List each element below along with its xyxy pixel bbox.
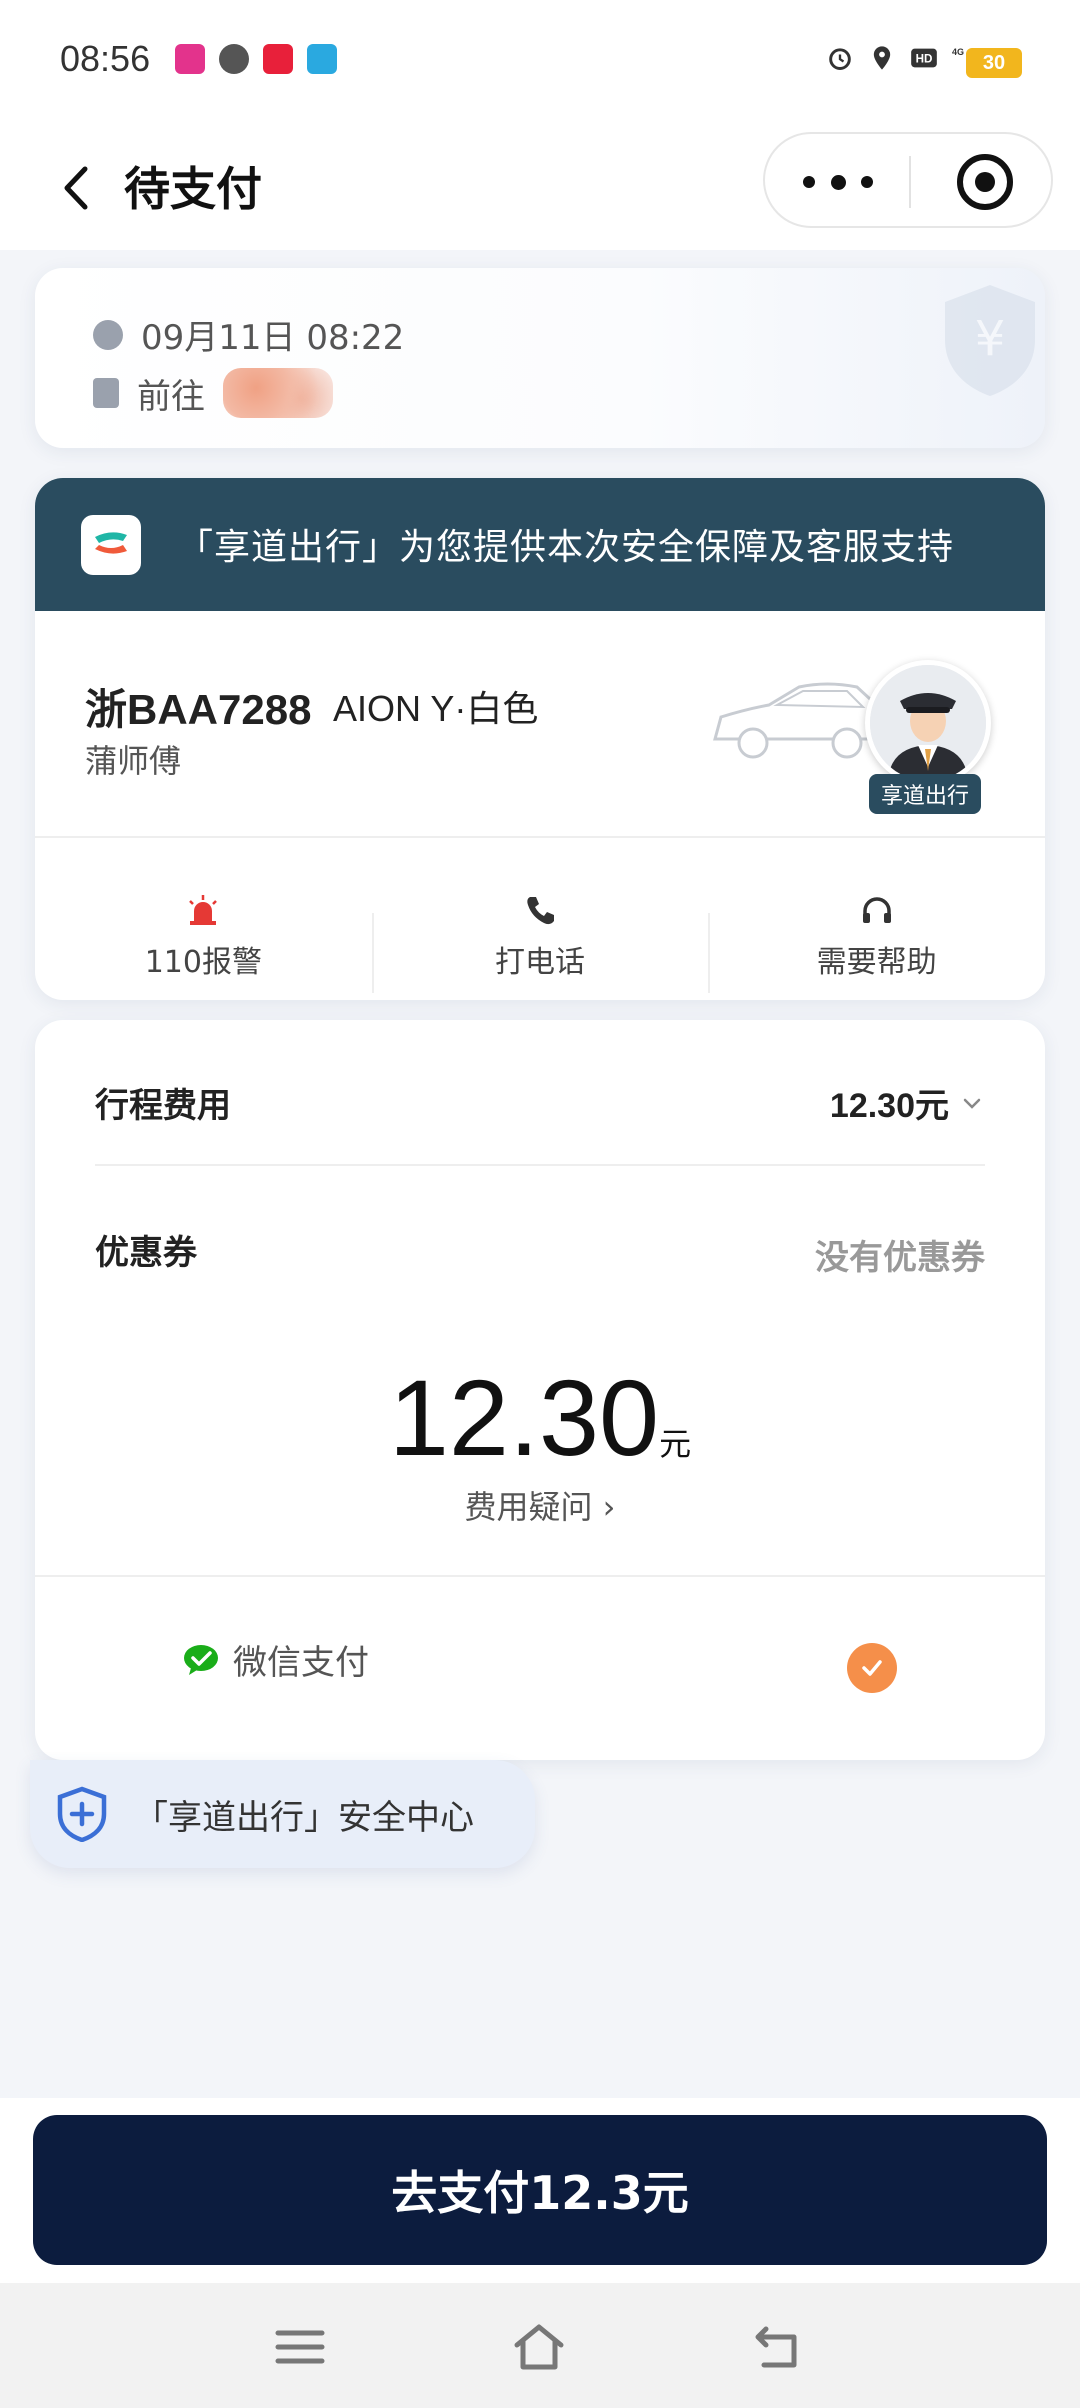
xiangdao-logo-icon [81, 515, 141, 575]
action-label: 110报警 [144, 944, 262, 980]
clock-icon [93, 319, 123, 350]
system-navigation-bar [0, 2283, 1080, 2408]
selected-check-icon[interactable] [847, 1643, 897, 1693]
alarm-icon [829, 48, 851, 70]
navigation-bar: 待支付 [0, 125, 1080, 250]
bottom-bar: 去支付12.3元 [0, 2098, 1080, 2283]
target-icon[interactable] [957, 154, 1013, 210]
chevron-left-icon[interactable] [55, 153, 95, 223]
trip-fee-amount: 12.30元 [829, 1087, 949, 1125]
app-notification-icon [263, 44, 293, 74]
location-icon [873, 46, 891, 70]
yuan-shield-icon: ¥ [945, 285, 1035, 396]
call-police-button[interactable]: 110报警 [35, 873, 372, 1000]
payment-method: 微信支付 [183, 1635, 369, 1684]
hd-icon: HD [911, 48, 937, 68]
phone-icon [527, 896, 554, 924]
trip-info-card: 09月11日 08:22 前往 ¥ [35, 268, 1045, 448]
capsule-divider [909, 156, 911, 208]
banner-text: 「享道出行」为您提供本次安全保障及客服支持 [177, 527, 955, 568]
trip-destination-row: 前往 [93, 368, 333, 418]
payment-method-label: 微信支付 [233, 1643, 369, 1683]
coupon-value: 没有优惠券 [815, 1238, 985, 1278]
pay-button[interactable]: 去支付12.3元 [33, 2115, 1047, 2265]
license-plate: 浙BAA7288 [85, 686, 312, 733]
total-amount: 12.30元 [35, 1355, 1045, 1480]
driver-name: 蒲师傅 [85, 742, 182, 780]
alarm-siren-icon [189, 894, 218, 925]
car-model: AION Y·白色 [333, 688, 539, 729]
fee-question-link[interactable]: 费用疑问 › [35, 1482, 1045, 1528]
platform-badge: 享道出行 [869, 774, 982, 814]
trip-fee-value: 12.30元 [830, 1078, 985, 1127]
action-label: 需要帮助 [816, 944, 937, 980]
driver-avatar [865, 660, 991, 786]
payment-method-row[interactable]: 微信支付 [35, 1575, 1045, 1760]
fee-card: 行程费用 12.30元 优惠券 没有优惠券 12.30元 费用疑问 › 微信支付 [35, 1020, 1045, 1760]
svg-text:4G: 4G [952, 47, 964, 57]
trip-fee-row[interactable]: 行程费用 12.30元 [95, 1078, 985, 1127]
safety-center-label: 「享道出行」安全中心 [134, 1797, 474, 1838]
shield-plus-icon [57, 1786, 107, 1842]
app-notification-icon [307, 44, 337, 74]
battery-indicator: 30 [966, 48, 1022, 78]
wechat-pay-icon [184, 1644, 218, 1675]
status-indicators: HD 4G [826, 44, 980, 72]
coupon-label: 优惠券 [95, 1233, 197, 1273]
app-notification-icon [175, 44, 205, 74]
menu-icon[interactable] [274, 2323, 326, 2371]
total-amount-number: 12.30 [388, 1357, 660, 1478]
status-bar: 08:56 HD 4G 30 [0, 0, 1080, 125]
svg-text:HD: HD [916, 53, 933, 66]
safety-center-button[interactable]: 「享道出行」安全中心 [30, 1760, 535, 1868]
car-icon [713, 682, 887, 759]
call-driver-button[interactable]: 打电话 [371, 873, 709, 1000]
destination-redacted [223, 368, 333, 418]
home-icon[interactable] [513, 2323, 565, 2371]
destination-prefix: 前往 [137, 376, 205, 417]
miniprogram-capsule [763, 132, 1053, 228]
document-icon [93, 378, 119, 408]
trip-fee-label: 行程费用 [95, 1086, 231, 1126]
status-app-icons [175, 44, 337, 74]
page-title: 待支付 [124, 162, 262, 216]
trip-datetime: 09月11日 08:22 [141, 318, 405, 358]
divider [95, 1164, 985, 1166]
svg-text:¥: ¥ [975, 311, 1006, 367]
total-amount-unit: 元 [659, 1425, 692, 1463]
safety-banner[interactable]: 「享道出行」为您提供本次安全保障及客服支持 [35, 478, 1045, 611]
back-icon[interactable] [752, 2323, 804, 2371]
help-button[interactable]: 需要帮助 [708, 873, 1045, 1000]
coupon-row[interactable]: 优惠券 没有优惠券 [95, 1220, 985, 1279]
status-time: 08:56 [60, 38, 151, 79]
divider [35, 836, 1045, 838]
chevron-down-icon [963, 1098, 981, 1109]
trip-time-row: 09月11日 08:22 [93, 310, 404, 359]
headset-icon [862, 896, 891, 923]
action-label: 打电话 [495, 944, 585, 980]
action-bar: 110报警 打电话 需要帮助 [35, 873, 1045, 1000]
driver-card: 「享道出行」为您提供本次安全保障及客服支持 浙BAA7288 AION Y·白色… [35, 478, 1045, 1000]
app-notification-icon [219, 44, 249, 74]
more-dots-icon[interactable] [803, 162, 873, 202]
